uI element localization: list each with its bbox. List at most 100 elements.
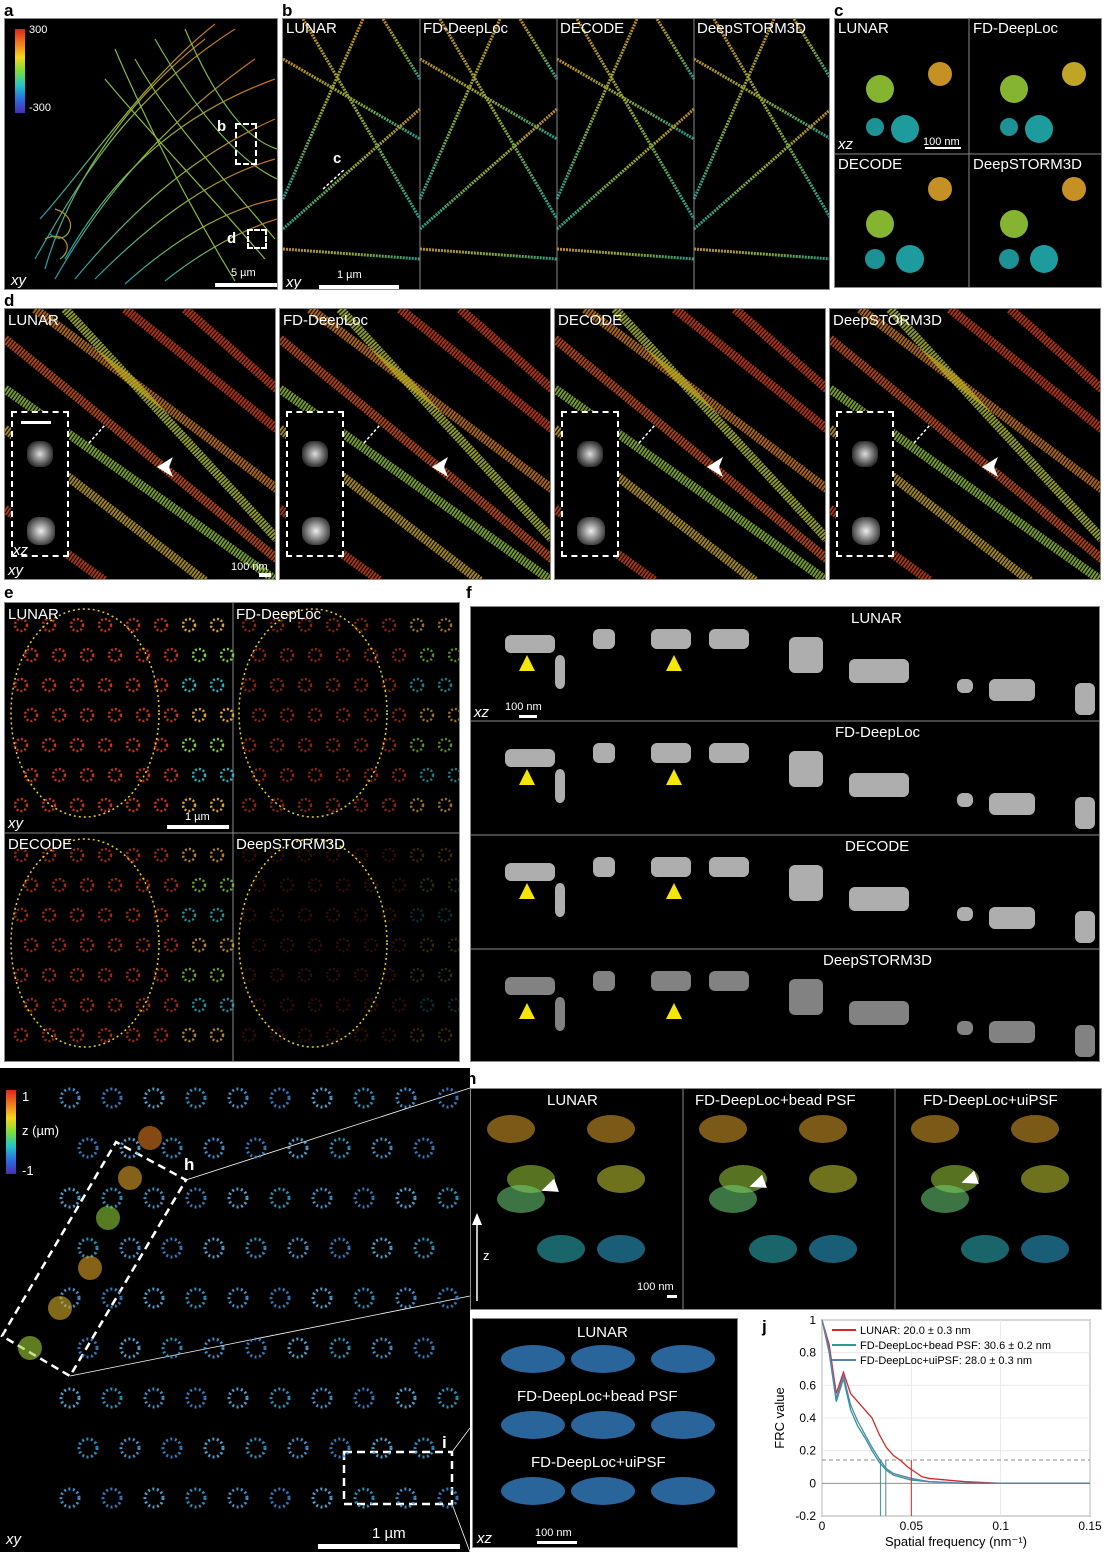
npc-ring (209, 797, 225, 813)
npc-ring (251, 937, 267, 953)
panel-a-letter: a (4, 1, 14, 20)
method-label-lunar: LUNAR (838, 20, 889, 37)
npc-ring (241, 797, 257, 813)
npc-ring (437, 1387, 459, 1409)
y-tick-label: 0 (809, 1476, 816, 1490)
view-label: xy (286, 274, 301, 290)
c-cross-sections (835, 19, 1101, 287)
npc-ring (13, 797, 29, 813)
npc-ring (69, 847, 85, 863)
npc-side-spot (651, 971, 691, 991)
scalebar-label: 1 µm (185, 811, 210, 823)
npc-ring (125, 907, 141, 923)
npc-ring (447, 877, 459, 893)
npc-ring (79, 937, 95, 953)
npc-ring (325, 907, 341, 923)
npc-ring (353, 907, 369, 923)
npc-ring (23, 877, 39, 893)
npc-ring (219, 767, 235, 783)
npc-ring (191, 707, 207, 723)
npc-ring (245, 1437, 267, 1459)
npc-ring (311, 1487, 333, 1509)
panel-i-letter: i (452, 1317, 457, 1336)
npc-ring (13, 967, 29, 983)
npc-ring (269, 797, 285, 813)
view-label: xy (11, 272, 26, 289)
npc-ring (325, 1027, 341, 1043)
npc-side-views (471, 629, 1099, 1057)
npc-ring (41, 737, 57, 753)
npc-side-spot (555, 769, 565, 803)
npc-ring (353, 1027, 369, 1043)
x-tick-label: 0.05 (900, 1519, 924, 1533)
npc-ring (279, 997, 295, 1013)
npc-ring (251, 997, 267, 1013)
npc-ring (77, 1237, 99, 1259)
y-axis-label: FRC value (772, 1387, 787, 1448)
npc-ring (209, 1027, 225, 1043)
panel-e-image: LUNAR FD-DeepLoc DECODE DeepSTORM3D xy 1… (4, 602, 460, 1062)
npc-ring (227, 1187, 249, 1209)
method-label-deepstorm3d: DeepSTORM3D (697, 20, 806, 37)
npc-ring (241, 677, 257, 693)
legend-entry: FD-DeepLoc+bead PSF: 30.6 ± 0.2 nm (860, 1340, 1051, 1352)
npc-ring (437, 737, 453, 753)
npc-side-spot (651, 857, 691, 877)
npc-ring (41, 967, 57, 983)
xz-blob (577, 441, 603, 467)
npc-ring (409, 907, 425, 923)
npc-ring (79, 997, 95, 1013)
npc-ring (363, 647, 379, 663)
npc-ring (77, 1437, 99, 1459)
npc-ring (269, 1287, 291, 1309)
npc-ring (329, 1237, 351, 1259)
npc-xz-blob (911, 1115, 959, 1143)
npc-ring (279, 767, 295, 783)
npc-ring (135, 767, 151, 783)
npc-ring (353, 677, 369, 693)
npc-ring (391, 707, 407, 723)
npc-ring (79, 877, 95, 893)
method-label-bead-psf: FD-DeepLoc+bead PSF (517, 1388, 678, 1405)
npc-ring (437, 1287, 459, 1309)
npc-ring (251, 767, 267, 783)
x-tick-label: 0 (819, 1519, 826, 1533)
npc-ring (107, 707, 123, 723)
panel-a-image: 300 -300 b d xy 5 µm (4, 18, 278, 290)
npc-ring (437, 907, 453, 923)
npc-xz-blob (597, 1235, 645, 1263)
npc-ring (13, 1027, 29, 1043)
npc-side-spot (989, 1021, 1035, 1043)
npc-ring (161, 1437, 183, 1459)
panel-c-image: LUNAR FD-DeepLoc DECODE DeepSTORM3D xz 1… (834, 18, 1102, 288)
npc-ring (447, 767, 459, 783)
scalebar-label: 1 µm (337, 269, 362, 281)
npc-side-spot (789, 637, 823, 673)
npc-ring (391, 877, 407, 893)
npc-ring (51, 937, 67, 953)
npc-ring (107, 877, 123, 893)
y-tick-label: 1 (809, 1316, 816, 1327)
npc-ring (419, 767, 435, 783)
npc-ring (325, 797, 341, 813)
npc-ring (409, 737, 425, 753)
npc-cluster (138, 1126, 162, 1150)
box-d-label: d (227, 230, 237, 247)
npc-xz-blob (497, 1185, 545, 1213)
npc-ring (251, 707, 267, 723)
x-axis-label: Spatial frequency (nm⁻¹) (885, 1534, 1027, 1549)
panel-c-letter: c (834, 1, 844, 20)
npc-side-spot (957, 1021, 973, 1035)
method-label-deepstorm3d: DeepSTORM3D (236, 836, 345, 853)
scalebar-label: 100 nm (231, 561, 268, 573)
npc-xz-strip (571, 1411, 635, 1439)
npc-ring (163, 767, 179, 783)
npc-ring (353, 1287, 375, 1309)
x-tick-label: 0.1 (992, 1519, 1009, 1533)
npc-ring (101, 1187, 123, 1209)
npc-xz-strip (501, 1411, 565, 1439)
npc-ring (363, 937, 379, 953)
method-label-lunar: LUNAR (286, 20, 337, 37)
npc-ring (181, 677, 197, 693)
npc-ring (413, 1137, 435, 1159)
